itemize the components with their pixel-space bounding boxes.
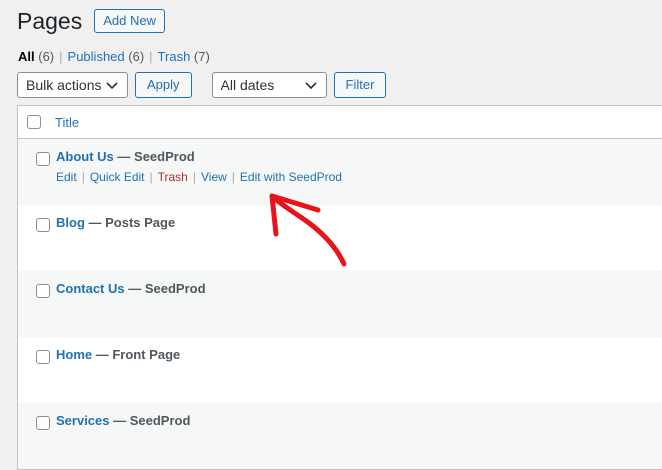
chevron-down-icon: [106, 82, 118, 90]
table-row: Contact Us — SeedProd: [18, 271, 662, 337]
row-title-link[interactable]: Blog: [56, 215, 85, 230]
page-header: Pages Add New: [17, 8, 165, 34]
view-all[interactable]: All (6): [18, 49, 54, 64]
status-views: All (6) | Published (6) | Trash (7): [18, 49, 210, 64]
edit-with-seedprod-link[interactable]: Edit with SeedProd: [240, 170, 342, 184]
row-checkbox[interactable]: [36, 284, 50, 298]
view-link[interactable]: View: [201, 170, 227, 184]
chevron-down-icon: [304, 82, 317, 90]
row-checkbox[interactable]: [36, 350, 50, 364]
row-state: — SeedProd: [128, 281, 206, 296]
add-new-button[interactable]: Add New: [94, 9, 165, 33]
edit-link[interactable]: Edit: [56, 170, 77, 184]
dates-select[interactable]: All dates: [211, 72, 327, 98]
column-title[interactable]: Title: [55, 115, 79, 130]
page-title: Pages: [17, 8, 83, 34]
table-row: Services — SeedProd: [18, 403, 662, 469]
row-actions: Edit | Quick Edit | Trash | View | Edit with See…: [56, 170, 342, 184]
apply-button[interactable]: Apply: [135, 72, 192, 98]
row-state: — Posts Page: [88, 215, 176, 230]
row-title-link[interactable]: Contact Us: [56, 281, 125, 296]
row-title-link[interactable]: Home: [56, 347, 92, 362]
trash-link[interactable]: Trash: [158, 170, 188, 184]
table-header: Title: [18, 106, 662, 139]
row-title-link[interactable]: About Us: [56, 149, 114, 164]
row-checkbox[interactable]: [36, 152, 50, 166]
row-state: — SeedProd: [113, 413, 191, 428]
quick-edit-link[interactable]: Quick Edit: [90, 170, 145, 184]
table-row: Home — Front Page: [18, 337, 662, 403]
view-published[interactable]: Published: [68, 49, 125, 64]
annotation-arrow-icon: [269, 193, 347, 267]
view-trash[interactable]: Trash: [158, 49, 191, 64]
bulk-actions-select[interactable]: Bulk actions: [17, 72, 128, 98]
row-checkbox[interactable]: [36, 416, 50, 430]
select-all-checkbox[interactable]: [27, 115, 41, 129]
filters-bar: Bulk actions Apply All dates Filter: [17, 72, 387, 98]
row-title-link[interactable]: Services: [56, 413, 110, 428]
row-state: — SeedProd: [117, 149, 195, 164]
row-checkbox[interactable]: [36, 218, 50, 232]
row-state: — Front Page: [95, 347, 181, 362]
pages-table: Title About Us — SeedProd Edit | Quick Edi…: [17, 105, 662, 470]
filter-button[interactable]: Filter: [333, 72, 387, 98]
